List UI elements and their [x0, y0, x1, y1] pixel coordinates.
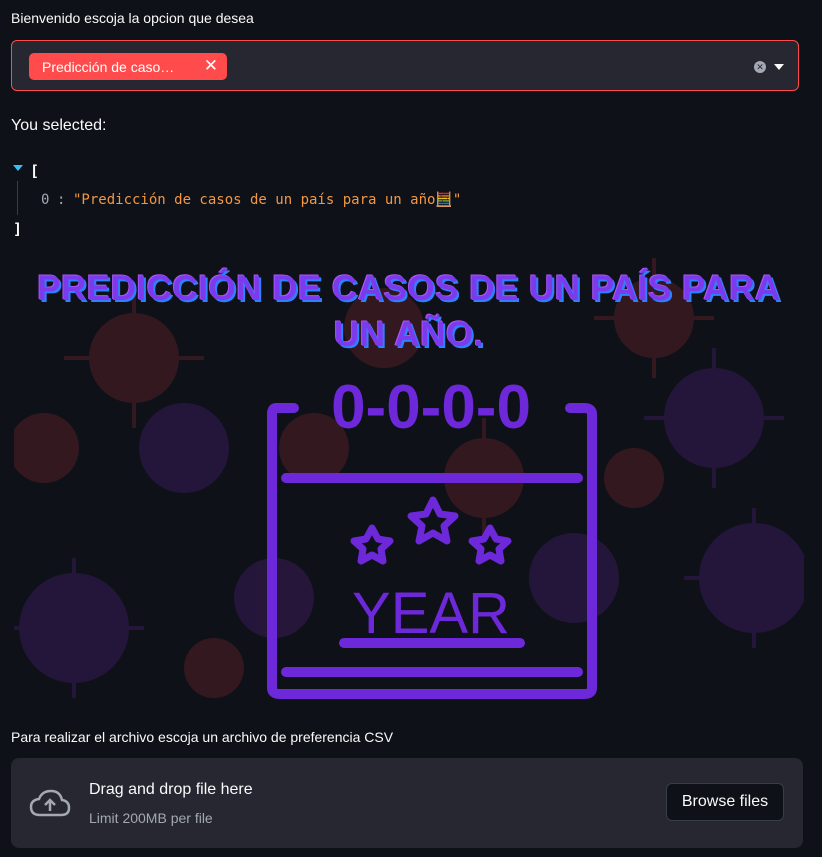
remove-tag-icon[interactable]: ✕	[204, 57, 218, 75]
chevron-down-icon[interactable]	[774, 64, 784, 70]
calendar-word: YEAR	[352, 581, 510, 646]
calendar-digits: 0-0-0-0	[331, 373, 531, 442]
hero-title: PREDICCIÓN DE CASOS DE UN PAÍS PARA UN A…	[14, 266, 804, 358]
json-index: 0	[41, 192, 50, 208]
json-value: "Predicción de casos de un país para un …	[73, 192, 462, 208]
json-indent-guide	[17, 181, 18, 215]
hero-image: 0-0-0-0 YEAR PREDICCIÓN DE CASOS DE UN P…	[14, 248, 804, 716]
browse-files-button[interactable]: Browse files	[666, 783, 784, 821]
cloud-upload-icon	[29, 789, 71, 817]
selected-heading: You selected:	[11, 117, 107, 134]
json-close-bracket: ]	[13, 220, 23, 238]
selected-option-tag: Predicción de caso… ✕	[29, 53, 227, 80]
hero-title-line1: PREDICCIÓN DE CASOS DE UN PAÍS PARA	[37, 269, 781, 308]
collapse-toggle-icon[interactable]	[13, 165, 23, 171]
select-label: Bienvenido escoja la opcion que desea	[11, 10, 254, 26]
selected-option-label: Predicción de caso…	[42, 58, 175, 75]
clear-icon[interactable]: ✕	[754, 61, 766, 73]
dropzone-limit: Limit 200MB per file	[89, 810, 213, 826]
json-colon: :	[57, 192, 66, 208]
json-open-bracket: [	[30, 162, 40, 180]
option-multiselect[interactable]: Predicción de caso… ✕ ✕	[11, 40, 799, 91]
file-dropzone[interactable]: Drag and drop file here Limit 200MB per …	[11, 758, 803, 848]
hero-title-line2: UN AÑO.	[334, 315, 484, 354]
uploader-label: Para realizar el archivo escoja un archi…	[11, 729, 394, 745]
dropzone-instruction: Drag and drop file here	[89, 781, 253, 798]
